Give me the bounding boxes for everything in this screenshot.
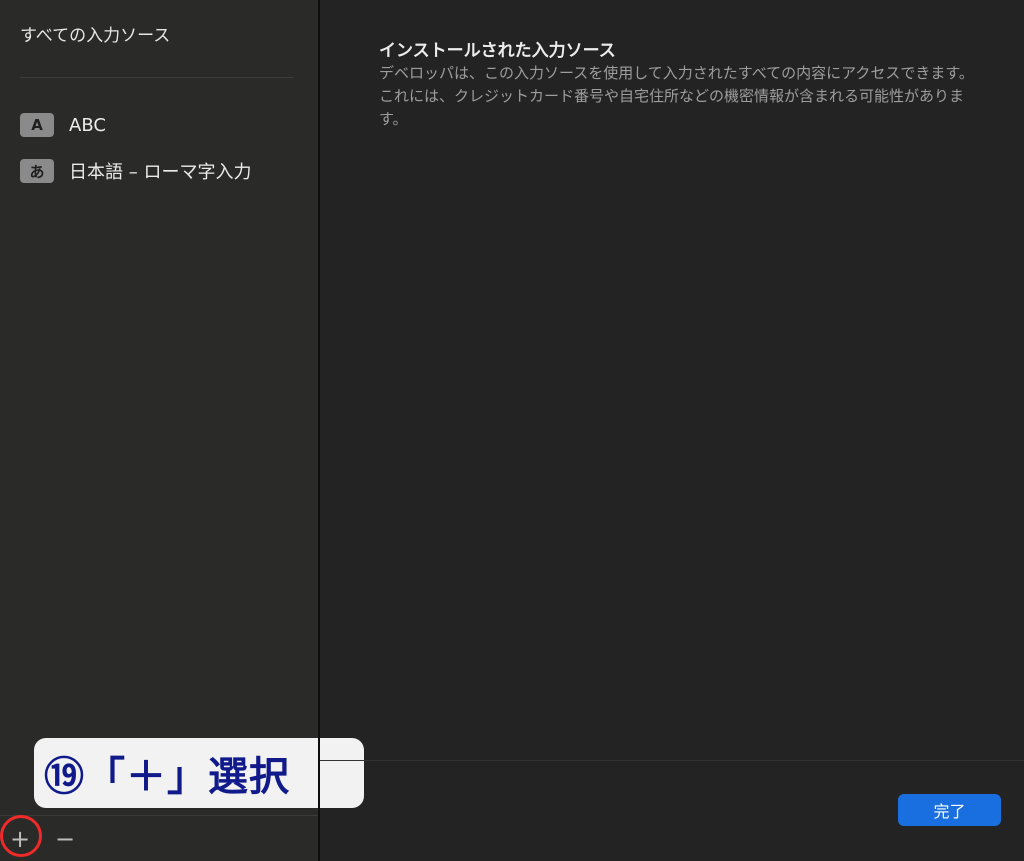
abc-badge-icon: A <box>20 113 54 137</box>
add-button[interactable]: + <box>3 822 37 856</box>
remove-button[interactable]: − <box>48 822 82 856</box>
step-annotation-callout: ⑲「＋」選択 <box>34 738 364 808</box>
footer-divider <box>320 760 1024 761</box>
done-button[interactable]: 完了 <box>898 794 1001 826</box>
input-source-label: ABC <box>69 114 106 136</box>
main-panel: インストールされた入力ソース デベロッパは、この入力ソースを使用して入力されたす… <box>320 0 1024 861</box>
hiragana-badge-icon: あ <box>20 159 54 183</box>
sidebar: すべての入力ソース A ABC あ 日本語 – ローマ字入力 ⑲「＋」選択 + … <box>0 0 364 861</box>
input-sources-window: すべての入力ソース A ABC あ 日本語 – ローマ字入力 ⑲「＋」選択 + … <box>0 0 1024 861</box>
page-title: インストールされた入力ソース <box>379 41 616 61</box>
security-description: デベロッパは、この入力ソースを使用して入力されたすべての内容にアクセスできます。… <box>379 64 974 128</box>
input-source-label: 日本語 – ローマ字入力 <box>69 162 252 183</box>
sidebar-divider-line <box>20 77 293 78</box>
input-source-item-japanese-romaji[interactable]: あ 日本語 – ローマ字入力 <box>20 156 310 186</box>
sidebar-title: すべての入力ソース <box>20 26 171 46</box>
input-source-item-abc[interactable]: A ABC <box>20 110 310 140</box>
sidebar-footer-divider <box>0 815 318 816</box>
input-source-list: A ABC あ 日本語 – ローマ字入力 <box>20 110 310 202</box>
